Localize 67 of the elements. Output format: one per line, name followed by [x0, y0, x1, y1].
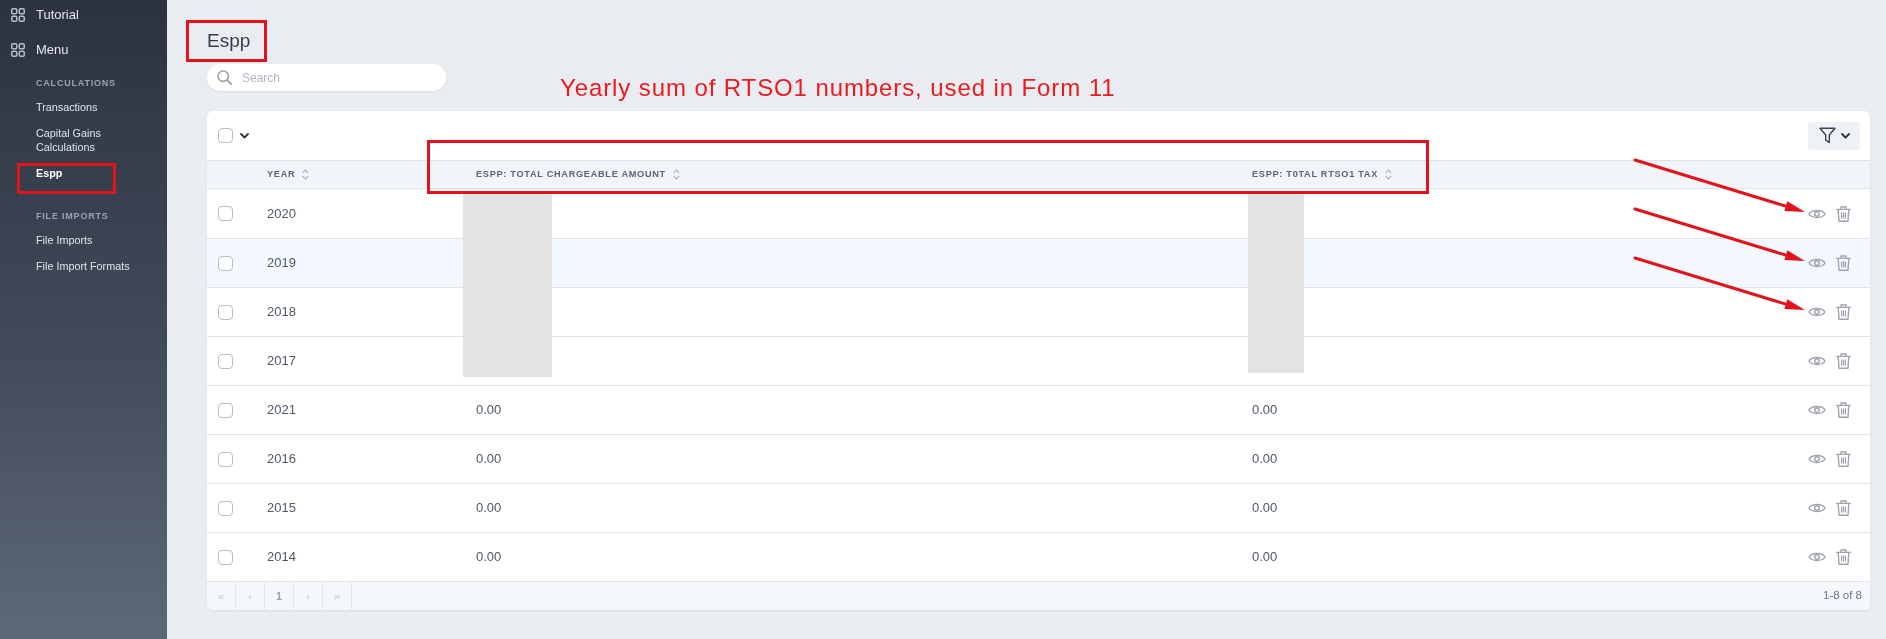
table-cell-text: 2017 [267, 352, 296, 371]
eye-icon[interactable] [1808, 551, 1826, 563]
trash-icon[interactable] [1836, 205, 1851, 222]
trash-icon[interactable] [1836, 500, 1851, 516]
row-checkbox[interactable] [218, 206, 233, 221]
annotation-text: Yearly sum of RTSO1 numbers, used in Form 11 [560, 74, 1116, 101]
search-icon [217, 70, 232, 85]
sidebar-link[interactable]: Transactions [36, 94, 98, 120]
table-cell-text: 0.00 [1252, 450, 1278, 469]
select-all-checkbox[interactable] [218, 128, 233, 143]
grid-icon [11, 43, 25, 57]
table-cell-text: 0.00 [1252, 401, 1278, 420]
sidebar-link[interactable]: Capital Gains Calculations [36, 120, 157, 160]
table-cell-text: 2018 [267, 303, 296, 322]
row-checkbox[interactable] [218, 549, 233, 565]
caret-icon[interactable] [240, 132, 249, 139]
column-header[interactable]: ESPP: T0TAL RTSO1 TAX [1252, 167, 1392, 182]
grid-icon [11, 8, 25, 22]
eye-icon[interactable] [1808, 502, 1826, 514]
sidebar-link[interactable]: File Import Formats [36, 253, 130, 279]
table-cell-text: 2015 [267, 499, 296, 518]
eye-icon[interactable] [1808, 453, 1826, 465]
table-cell-text: 2020 [267, 204, 296, 223]
table-cell-text: 2014 [267, 548, 296, 567]
sort-icon [1385, 169, 1392, 180]
table-cell-text: 0.00 [1252, 548, 1278, 567]
search-field[interactable]: Search [207, 64, 446, 91]
table-cell-text: 0.00 [1252, 499, 1278, 518]
table-cell-text: 0.00 [476, 450, 502, 469]
page-title: Espp [207, 29, 251, 53]
table-cell-text: 2019 [267, 254, 296, 273]
sidebar-item[interactable]: Tutorial [11, 0, 79, 30]
table-cell-text: 0.00 [476, 499, 502, 518]
row-checkbox[interactable] [218, 500, 233, 516]
row-checkbox[interactable] [218, 255, 233, 271]
pagination-summary: 1-8 of 8 [1823, 588, 1863, 604]
table-cell-text: 2016 [267, 450, 296, 469]
section-heading: FILE IMPORTS [36, 210, 109, 223]
row-checkbox[interactable] [218, 353, 233, 369]
filter-button[interactable] [1808, 121, 1860, 150]
filter-icon [1818, 127, 1836, 144]
trash-icon[interactable] [1836, 549, 1851, 565]
eye-icon[interactable] [1808, 404, 1826, 416]
sidebar-link[interactable]: File Imports [36, 227, 93, 253]
trash-icon[interactable] [1836, 402, 1851, 418]
column-header[interactable]: ESPP: TOTAL CHARGEABLE AMOUNT [476, 167, 680, 182]
trash-icon[interactable] [1836, 255, 1851, 271]
column-header[interactable]: YEAR [267, 167, 310, 182]
row-checkbox[interactable] [218, 451, 233, 467]
trash-icon[interactable] [1836, 304, 1851, 320]
table-cell-text: 2021 [267, 401, 296, 420]
eye-icon[interactable] [1808, 355, 1826, 367]
trash-icon[interactable] [1836, 451, 1851, 467]
sidebar-item[interactable]: Menu [11, 35, 69, 65]
section-heading: CALCULATIONS [36, 77, 116, 90]
eye-icon[interactable] [1808, 306, 1826, 318]
table-cell-text: 0.00 [476, 548, 502, 567]
eye-icon[interactable] [1808, 207, 1826, 220]
sort-icon [302, 169, 310, 180]
row-checkbox[interactable] [218, 402, 233, 418]
table-cell-text: 0.00 [476, 401, 502, 420]
sort-icon [672, 169, 680, 180]
eye-icon[interactable] [1808, 257, 1826, 269]
sidebar-link[interactable]: Espp [36, 160, 63, 186]
caret-icon [1840, 132, 1850, 139]
row-checkbox[interactable] [218, 304, 233, 320]
trash-icon[interactable] [1836, 353, 1851, 369]
